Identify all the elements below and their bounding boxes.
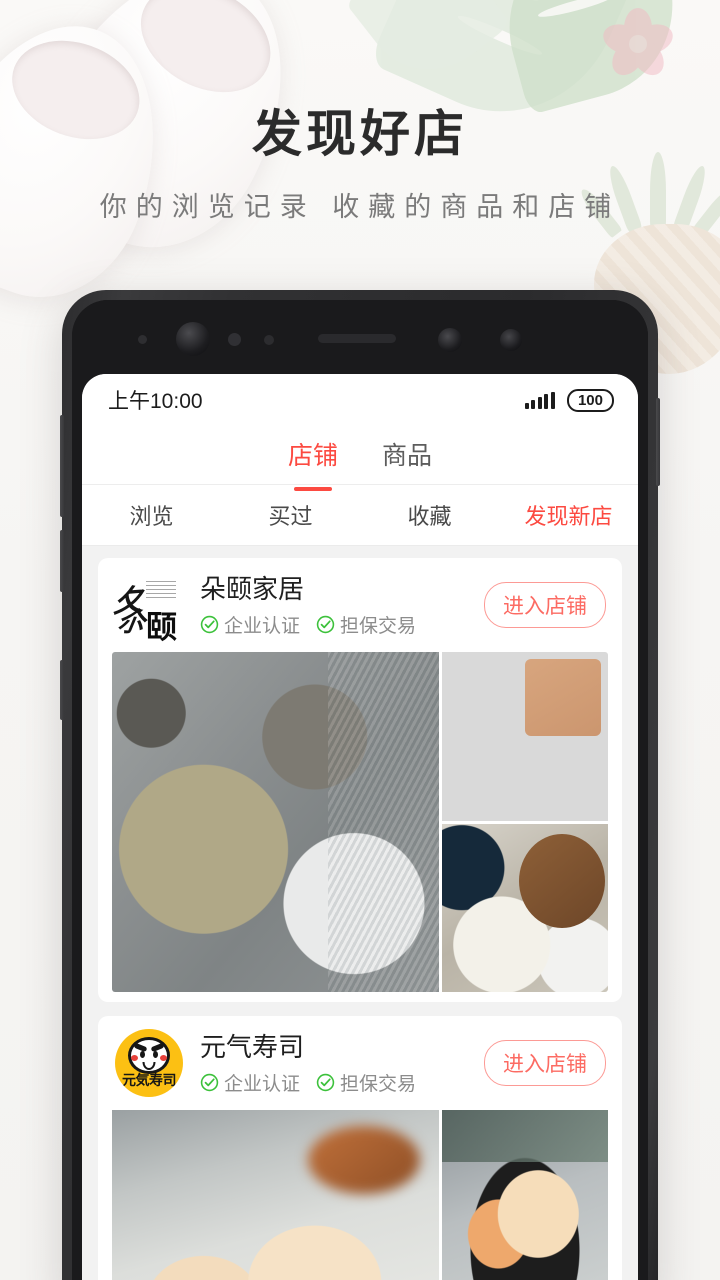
store-header: 夂 尒 颐 朵颐家居 企业认证 担保交易 进入店铺 (98, 572, 622, 645)
proximity-sensor-icon (228, 333, 241, 346)
sub-tab-bar: 浏览 买过 收藏 发现新店 (82, 484, 638, 546)
ir-sensor-icon (264, 335, 274, 345)
promo-subtitle: 你的浏览记录 收藏的商品和店铺 (99, 192, 621, 222)
badge-label: 担保交易 (340, 616, 417, 637)
phone-mockup: 上午10:00 100 店铺 商品 浏览 买过 收藏 发现新店 夂 尒 颐 朵颐… (60, 290, 660, 1280)
power-button[interactable] (656, 398, 660, 486)
enter-store-button[interactable]: 进入店铺 (484, 1040, 606, 1086)
store-card[interactable]: 夂 尒 颐 朵颐家居 企业认证 担保交易 进入店铺 (98, 558, 622, 1002)
status-badge: 担保交易 (316, 611, 416, 638)
status-bar: 上午10:00 100 (82, 374, 638, 426)
depth-camera-icon (438, 328, 462, 352)
tab-stores[interactable]: 店铺 (288, 436, 338, 474)
promo-title: 发现好店 (252, 106, 468, 162)
logo-text: 元気寿司 (122, 1072, 177, 1088)
sushi-mascot-logo-icon: 元気寿司 (115, 1029, 183, 1097)
sushi-closeup-photo[interactable] (112, 1110, 440, 1280)
store-photo-grid (112, 1110, 608, 1280)
secondary-camera-icon (500, 329, 522, 351)
signal-bars-icon (524, 391, 555, 409)
earpiece-speaker-icon (318, 334, 396, 343)
promo-banner: 发现好店 你的浏览记录 收藏的商品和店铺 上午10:00 100 店铺 商品 浏… (0, 0, 720, 1280)
battery-icon: 100 (566, 388, 614, 412)
store-badges: 企业认证 担保交易 (200, 1069, 484, 1096)
front-camera-icon (176, 322, 210, 356)
subtab-browsed[interactable]: 浏览 (82, 499, 221, 531)
store-name: 朵颐家居 (200, 574, 305, 604)
store-photo-grid (112, 652, 608, 992)
verified-check-icon (200, 1073, 219, 1092)
store-card[interactable]: 元気寿司 元气寿司 企业认证 担保交易 进入店铺 (98, 1016, 622, 1280)
subtab-discover-new-stores[interactable]: 发现新店 (499, 499, 638, 531)
subtab-purchased[interactable]: 买过 (221, 499, 360, 531)
store-badges: 企业认证 担保交易 (200, 611, 484, 638)
phone-screen: 上午10:00 100 店铺 商品 浏览 买过 收藏 发现新店 夂 尒 颐 朵颐… (82, 374, 638, 1280)
verified-check-icon (200, 615, 219, 634)
volume-down-button[interactable] (60, 530, 64, 592)
phone-top-bezel (72, 300, 648, 378)
badge-label: 担保交易 (340, 1074, 417, 1095)
status-time: 上午10:00 (108, 390, 203, 413)
tableware-flatlay-photo[interactable] (112, 652, 440, 992)
light-sensor-icon (138, 335, 147, 344)
volume-up-button[interactable] (60, 415, 64, 517)
tab-products[interactable]: 商品 (382, 436, 432, 474)
badge-label: 企业认证 (224, 1074, 301, 1095)
badge-label: 企业认证 (224, 616, 301, 637)
sushi-nigiri-photo[interactable] (442, 1110, 608, 1280)
verified-check-icon (316, 615, 335, 634)
status-badge: 企业认证 (200, 1069, 300, 1096)
flower-decoration (598, 4, 678, 84)
store-logo: 元気寿司 (112, 1029, 186, 1097)
assistant-button[interactable] (60, 660, 64, 720)
store-logo: 夂 尒 颐 (112, 572, 186, 645)
verified-check-icon (316, 1073, 335, 1092)
main-tab-bar: 店铺 商品 (82, 426, 638, 484)
status-badge: 企业认证 (200, 611, 300, 638)
status-badge: 担保交易 (316, 1069, 416, 1096)
calligraphy-logo-icon: 夂 尒 颐 (112, 574, 186, 645)
enter-store-button[interactable]: 进入店铺 (484, 582, 606, 628)
noodle-bowl-photo[interactable] (442, 823, 608, 992)
store-header: 元気寿司 元气寿司 企业认证 担保交易 进入店铺 (98, 1029, 622, 1097)
store-name: 元气寿司 (200, 1032, 305, 1062)
stacked-plates-photo[interactable] (442, 652, 608, 821)
phone-body: 上午10:00 100 店铺 商品 浏览 买过 收藏 发现新店 夂 尒 颐 朵颐… (72, 300, 648, 1280)
store-feed[interactable]: 夂 尒 颐 朵颐家居 企业认证 担保交易 进入店铺 元気寿司 元气寿司 企业认证… (82, 546, 638, 1280)
subtab-favorites[interactable]: 收藏 (360, 499, 499, 531)
